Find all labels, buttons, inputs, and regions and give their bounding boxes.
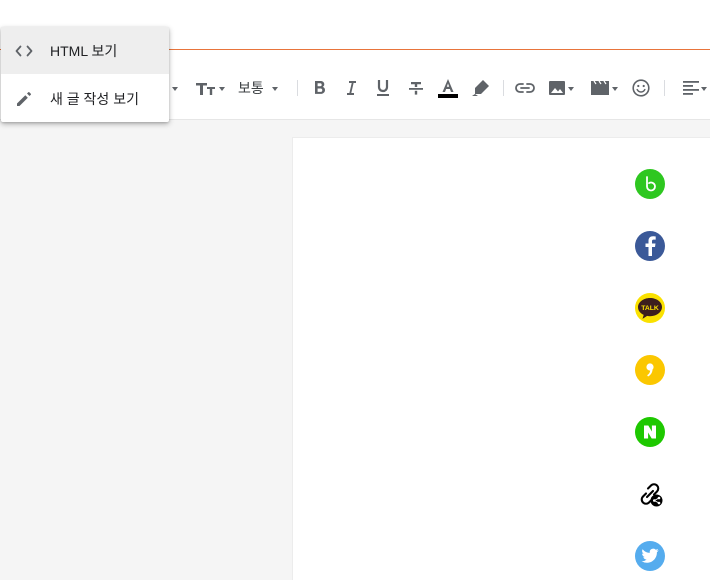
emoji-icon	[632, 79, 650, 97]
facebook-share-icon[interactable]	[635, 231, 665, 261]
image-icon	[549, 81, 565, 95]
bold-icon	[315, 81, 325, 94]
link-share-icon[interactable]	[635, 479, 665, 509]
video-dropdown[interactable]	[590, 77, 618, 99]
view-mode-menu: HTML 보기 새 글 작성 보기	[1, 27, 169, 122]
link-button[interactable]	[515, 77, 535, 99]
text-color-icon	[438, 79, 458, 98]
menu-item-label: 새 글 작성 보기	[50, 90, 139, 107]
kakaotalk-share-icon[interactable]: TALK	[635, 293, 665, 323]
highlight-icon	[472, 80, 489, 96]
menu-item-new-post-view[interactable]: 새 글 작성 보기	[1, 75, 169, 122]
toolbar-divider	[503, 80, 504, 96]
twitter-share-icon[interactable]	[635, 541, 665, 571]
underline-button[interactable]	[376, 77, 390, 99]
italic-icon	[347, 81, 356, 95]
kakaostory-share-icon[interactable]	[635, 355, 665, 385]
strikethrough-icon	[409, 82, 423, 95]
align-dropdown[interactable]	[683, 77, 707, 99]
emoji-button[interactable]	[632, 77, 650, 99]
align-left-icon	[683, 81, 699, 95]
pencil-icon	[15, 90, 33, 108]
link-icon	[515, 83, 535, 93]
text-color-button[interactable]	[438, 77, 458, 99]
naver-share-icon[interactable]	[635, 417, 665, 447]
bold-button[interactable]	[313, 77, 327, 99]
italic-button[interactable]	[345, 77, 357, 99]
text-size-dropdown[interactable]	[195, 77, 225, 99]
font-size-dropdown[interactable]: 보통	[238, 77, 278, 99]
font-size-label: 보통	[238, 80, 264, 96]
kakaotalk-label: TALK	[641, 305, 659, 312]
strikethrough-button[interactable]	[408, 77, 424, 99]
image-dropdown[interactable]	[548, 77, 574, 99]
menu-item-label: HTML 보기	[50, 42, 118, 59]
band-share-icon[interactable]	[635, 169, 665, 199]
toolbar-divider	[664, 80, 665, 96]
code-icon	[15, 42, 33, 60]
menu-item-html-view[interactable]: HTML 보기	[1, 27, 169, 74]
highlight-button[interactable]	[470, 77, 490, 99]
video-icon	[591, 80, 609, 95]
text-size-icon	[196, 83, 215, 95]
toolbar-divider	[297, 80, 298, 96]
underline-icon	[377, 80, 389, 96]
